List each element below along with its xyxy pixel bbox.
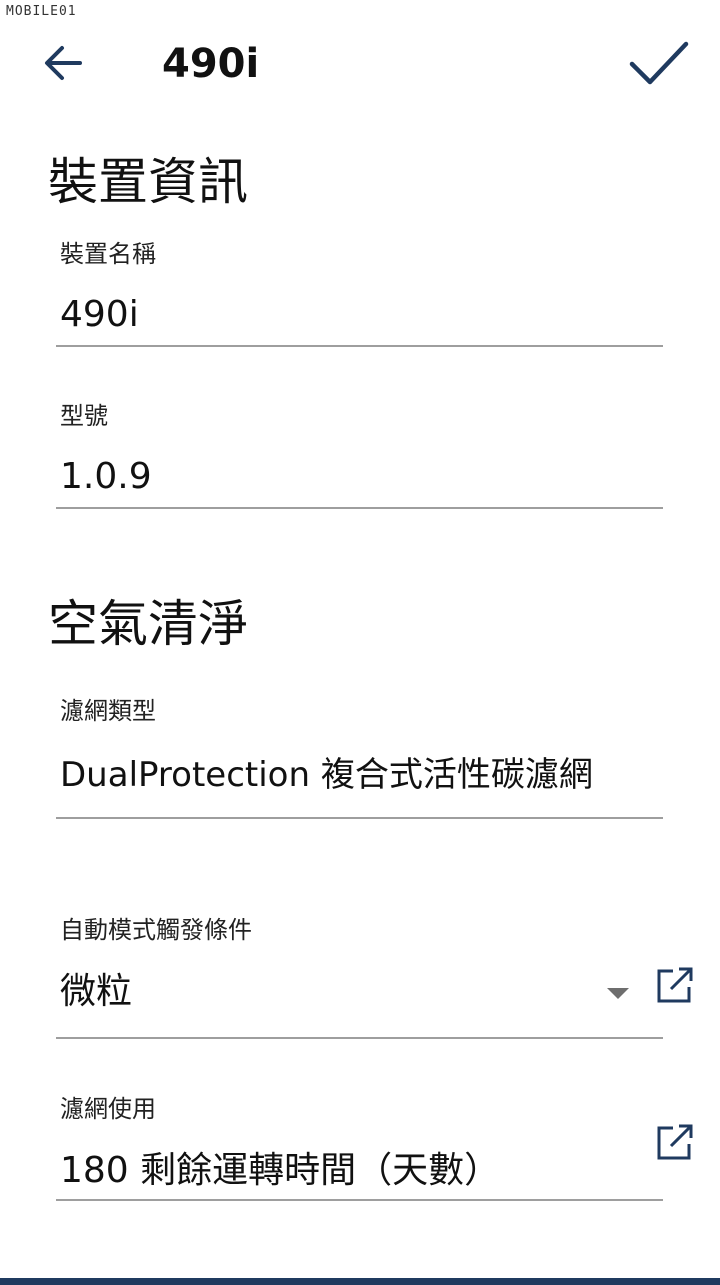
auto-trigger-label: 自動模式觸發條件 <box>60 916 252 944</box>
filter-type-value: DualProtection 複合式活性碳濾網 <box>60 755 593 795</box>
checkmark-icon <box>629 41 689 85</box>
device-name-field[interactable]: 490i <box>56 290 663 347</box>
auto-trigger-select[interactable]: 微粒 <box>56 967 663 1039</box>
auto-trigger-external-link[interactable] <box>655 965 695 1005</box>
device-name-label: 裝置名稱 <box>60 240 156 268</box>
chevron-down-icon[interactable] <box>607 988 629 999</box>
external-link-icon <box>657 967 693 1003</box>
filter-usage-label: 濾網使用 <box>60 1095 156 1123</box>
device-name-value: 490i <box>60 294 139 335</box>
model-field: 1.0.9 <box>56 452 663 509</box>
model-value: 1.0.9 <box>60 456 152 497</box>
arrow-left-icon <box>45 46 82 80</box>
filter-usage-value: 180 剩餘運轉時間（天數） <box>60 1150 501 1191</box>
filter-usage-external-link[interactable] <box>655 1122 695 1162</box>
page-title: 490i <box>162 41 260 87</box>
bottom-accent-bar <box>0 1278 720 1285</box>
confirm-button[interactable] <box>626 36 692 92</box>
filter-type-label: 濾網類型 <box>60 697 156 725</box>
section-title-device-info: 裝置資訊 <box>48 153 248 211</box>
back-button[interactable] <box>38 38 88 88</box>
section-title-air-purify: 空氣清淨 <box>48 595 248 653</box>
auto-trigger-value: 微粒 <box>60 971 133 1012</box>
filter-type-field: DualProtection 複合式活性碳濾網 <box>56 750 663 819</box>
model-label: 型號 <box>60 402 108 430</box>
external-link-icon <box>657 1124 693 1160</box>
filter-usage-field: 180 剩餘運轉時間（天數） <box>56 1146 663 1201</box>
watermark-logo: MOBILE01 <box>6 4 77 19</box>
